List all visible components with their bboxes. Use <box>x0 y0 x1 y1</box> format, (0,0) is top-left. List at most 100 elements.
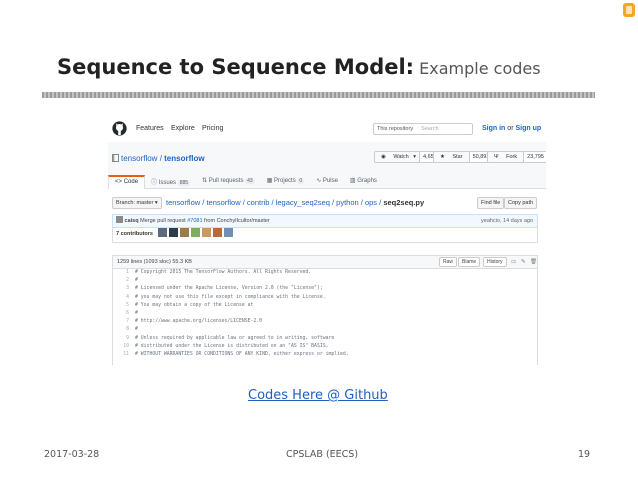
repo-owner-link[interactable]: tensorflow <box>121 154 157 163</box>
tab-graphs[interactable]: ▥ Graphs <box>344 175 383 189</box>
breadcrumb-file: seq2seq.py <box>383 198 425 207</box>
line-number[interactable]: 2 <box>113 277 135 285</box>
slide-title-main: Sequence to Sequence Model <box>57 55 406 79</box>
avatar[interactable] <box>157 228 167 237</box>
breadcrumb-item[interactable]: legacy_seq2seq <box>276 198 330 207</box>
line-number[interactable]: 1 <box>113 269 135 277</box>
repo-book-icon <box>112 154 119 162</box>
nav-explore[interactable]: Explore <box>171 125 195 132</box>
history-button[interactable]: History <box>483 257 507 267</box>
commit-author[interactable]: caisq <box>125 218 139 224</box>
line-number[interactable]: 5 <box>113 302 135 310</box>
avatar[interactable] <box>212 228 222 237</box>
code-line: 8 # <box>113 326 537 334</box>
branch-select[interactable]: Branch: master ▾ <box>112 197 162 209</box>
nav-pricing[interactable]: Pricing <box>202 125 223 132</box>
line-text: # <box>135 278 138 284</box>
tab-issues-label: Issues <box>158 180 177 186</box>
line-text: # <box>135 310 138 316</box>
nav-features[interactable]: Features <box>136 125 164 132</box>
issue-icon: ⓘ <box>151 180 158 186</box>
pull-request-icon: ⇅ <box>202 178 208 184</box>
breadcrumb-item[interactable]: tensorflow <box>166 198 200 207</box>
line-number[interactable]: 6 <box>113 310 135 318</box>
search-scope-label: This repository <box>377 126 414 132</box>
fork-button[interactable]: Ψ Fork 23,795 <box>487 151 546 163</box>
line-text: # Copyright 2015 The TensorFlow Authors.… <box>135 270 312 275</box>
tab-pull-requests[interactable]: ⇅ Pull requests 43 <box>196 175 261 189</box>
search-placeholder: Search <box>421 126 439 132</box>
line-number[interactable]: 8 <box>113 326 135 334</box>
edit-icon[interactable]: ✎ <box>521 256 526 268</box>
repo-title: tensorflow / tensorflow <box>112 154 205 163</box>
tab-projects-label: Projects <box>274 178 296 184</box>
footer-date: 2017-03-28 <box>44 449 100 460</box>
breadcrumb-item[interactable]: tensorflow <box>206 198 240 207</box>
avatar[interactable] <box>168 228 178 237</box>
line-number[interactable]: 4 <box>113 294 135 302</box>
commit-time: yeahcio, 14 days ago <box>481 218 533 224</box>
sign-in-link[interactable]: Sign in <box>482 125 505 132</box>
line-text: # Unless required by applicable law or a… <box>135 335 335 341</box>
project-icon: ▦ <box>266 178 273 184</box>
line-text: # <box>135 327 138 333</box>
breadcrumb-item[interactable]: contrib <box>247 198 270 207</box>
pulse-icon: ∿ <box>316 178 322 184</box>
tab-code[interactable]: <> Code <box>108 175 146 189</box>
line-number[interactable]: 9 <box>113 335 135 343</box>
copy-path-button[interactable]: Copy path <box>504 197 538 209</box>
repo-search-input[interactable]: This repository Search <box>373 123 473 135</box>
eye-icon: ◉ <box>381 154 386 160</box>
commit-pr-link[interactable]: #7081 <box>187 218 202 224</box>
auth-links: Sign in or Sign up <box>482 125 541 132</box>
tab-issues[interactable]: ⓘ Issues 885 <box>145 175 196 189</box>
code-line: 4 # you may not use this file except in c… <box>113 294 537 302</box>
repo-tabs: <> Code ⓘ Issues 885 ⇅ Pull requests 43 … <box>108 175 383 189</box>
github-logo-icon[interactable] <box>112 121 127 136</box>
raw-button[interactable]: Raw <box>439 257 458 267</box>
delete-icon[interactable]: 🗑 <box>530 256 537 268</box>
line-number[interactable]: 10 <box>113 343 135 351</box>
slide-corner-badge-icon <box>622 2 636 18</box>
slide-title-subtitle: Example codes <box>414 59 541 78</box>
avatar[interactable] <box>190 228 200 237</box>
github-code-link[interactable]: Codes Here @ Github <box>248 388 388 403</box>
avatar[interactable] <box>201 228 211 237</box>
tab-pull-requests-count: 43 <box>245 178 255 184</box>
auth-or-text: or <box>507 125 514 132</box>
line-text: # Licensed under the Apache License, Ver… <box>135 286 323 292</box>
branch-label: Branch: master <box>116 200 154 206</box>
breadcrumb: tensorflow / tensorflow / contrib / lega… <box>166 198 425 207</box>
star-button[interactable]: ★ Star 50,893 <box>433 151 494 163</box>
fork-label: Fork <box>506 154 518 160</box>
find-file-button[interactable]: Find file <box>477 197 505 209</box>
watch-label: Watch <box>393 154 409 160</box>
breadcrumb-item[interactable]: python <box>336 198 359 207</box>
line-number[interactable]: 3 <box>113 285 135 293</box>
repo-name-link[interactable]: tensorflow <box>164 154 204 163</box>
line-text: # distributed under the License is distr… <box>135 343 329 349</box>
avatar[interactable] <box>179 228 189 237</box>
sign-up-link[interactable]: Sign up <box>515 125 541 132</box>
tab-pulse[interactable]: ∿ Pulse <box>310 175 344 189</box>
tab-projects[interactable]: ▦ Projects 0 <box>261 175 310 189</box>
tab-code-label: Code <box>123 179 139 185</box>
star-icon: ★ <box>440 154 445 160</box>
tab-graphs-label: Graphs <box>357 178 377 184</box>
line-text: # you may not use this file except in co… <box>135 294 326 300</box>
slide-title-colon: : <box>405 55 415 79</box>
code-line: 10 # distributed under the License is dis… <box>113 343 537 351</box>
line-number[interactable]: 11 <box>113 351 135 359</box>
contributors-count[interactable]: 7 contributors <box>116 231 153 237</box>
breadcrumb-item[interactable]: ops <box>365 198 377 207</box>
line-number[interactable]: 7 <box>113 318 135 326</box>
tab-pulse-label: Pulse <box>322 178 338 184</box>
file-info: 1259 lines (1093 sloc) 55.3 KB <box>117 259 192 265</box>
blame-button[interactable]: Blame <box>458 257 481 267</box>
tab-pull-requests-label: Pull requests <box>208 178 244 184</box>
desktop-icon[interactable]: ▭ <box>511 256 516 268</box>
avatar[interactable] <box>223 228 233 237</box>
commit-message-prefix: Merge pull request <box>138 218 188 224</box>
watch-button[interactable]: ◉ Watch ▾ 4,651 <box>374 151 441 163</box>
file-navigation: Branch: master ▾ tensorflow / tensorflow… <box>108 197 546 211</box>
